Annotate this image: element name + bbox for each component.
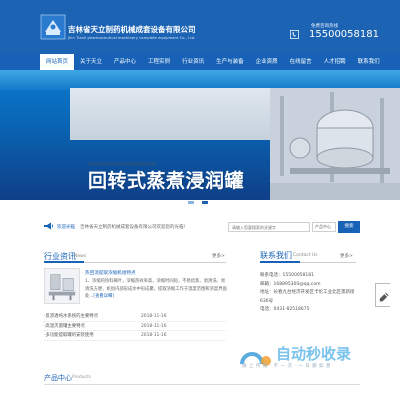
search-category-select[interactable]: 产品中心 xyxy=(312,222,336,232)
nav-item-qualification[interactable]: 企业资质 xyxy=(250,54,284,70)
news-list: ·反渗透纯水系统的主要特点 2018-11-16 ·高温灭菌罐主要特点 2018… xyxy=(44,312,226,341)
contact-email: 邮箱：168895300@qq.com xyxy=(260,281,321,287)
phone-icon xyxy=(290,30,299,39)
news-list-item[interactable]: ·多功能提取罐的安装使用 2018-11-16 xyxy=(44,331,226,341)
feedback-edit-icon[interactable] xyxy=(375,283,390,307)
company-name: 吉林省天立制药机械成套设备有限公司 xyxy=(68,25,196,34)
nav-item-cases[interactable]: 工程实例 xyxy=(142,54,176,70)
news-item-date: 2018-11-16 xyxy=(141,333,167,338)
contact-divider-accent xyxy=(260,261,300,263)
news-more-link[interactable]: 更多> xyxy=(212,253,225,259)
watermark-text: 自动秒收录 xyxy=(276,345,352,363)
nav-item-message[interactable]: 在线留言 xyxy=(284,54,318,70)
banner-pagination xyxy=(188,201,208,204)
watermark-subtext: 做 上 传 播 · 不 一 次 · 一 日 都 如 意 xyxy=(242,364,331,369)
news-item-date: 2018-11-16 xyxy=(141,314,167,319)
products-section-title: 产品中心 xyxy=(44,374,72,382)
products-divider xyxy=(44,384,360,385)
banner-dot-2[interactable] xyxy=(202,201,208,204)
contact-section-title: 联系我们 xyxy=(260,251,292,260)
nav-item-news[interactable]: 行业资讯 xyxy=(176,54,210,70)
nav-item-contact[interactable]: 联系我们 xyxy=(352,54,386,70)
site-header: 吉林省天立制药机械成套设备有限公司 Jilin Tianli pharmaceu… xyxy=(0,0,400,54)
nav-item-production[interactable]: 生产与装备 xyxy=(210,54,250,70)
contact-fax: 电话：0431-82518675 xyxy=(260,307,310,313)
search-input[interactable] xyxy=(228,222,310,232)
banner-title: 回转式蒸煮浸润罐 xyxy=(88,170,245,192)
nav-item-home[interactable]: 网站首页 xyxy=(40,54,75,70)
welcome-text: 吉林省天立制药机械成套设备有限公司欢迎您的光临! xyxy=(80,225,186,230)
feature-news-thumbnail[interactable] xyxy=(44,268,80,304)
news-item-title[interactable]: ·多功能提取罐的安装使用 xyxy=(44,331,94,341)
contact-address: 地址：长春九台经济开发区卡伦工业北区景新街636号 xyxy=(260,290,355,304)
feature-news-title[interactable]: 热回流提取浓缩机组特点 xyxy=(85,270,136,276)
contact-phone: 联系电话：15500058181 xyxy=(260,273,314,278)
hero-banner[interactable]: HUIZHUANSHIZHENGZHUJINRUNGUAN 回转式蒸煮浸润罐 xyxy=(0,70,400,200)
nav-item-jobs[interactable]: 人才招聘 xyxy=(318,54,352,70)
company-logo[interactable] xyxy=(40,14,66,40)
news-item-title[interactable]: ·高温灭菌罐主要特点 xyxy=(44,322,85,332)
nav-item-products[interactable]: 产品中心 xyxy=(108,54,142,70)
news-item-date: 2018-11-16 xyxy=(141,323,167,329)
products-section-title-en: Products xyxy=(72,375,91,380)
contact-info: 联系电话：15500058181 邮箱：168895300@qq.com 地址：… xyxy=(260,272,360,315)
feature-news-detail-link[interactable]: [查看详细] xyxy=(93,294,114,299)
horn-icon xyxy=(44,222,54,230)
banner-dot-1[interactable] xyxy=(188,201,194,204)
news-divider-accent xyxy=(44,261,84,263)
nav-item-about[interactable]: 关于天立 xyxy=(74,54,108,70)
company-name-en: Jilin Tianli pharmaceutical machinery co… xyxy=(68,36,196,40)
news-section-title-en: News xyxy=(74,254,87,259)
contact-section-title-en: Contact Us xyxy=(293,253,318,258)
news-list-item[interactable]: ·反渗透纯水系统的主要特点 2018-11-16 xyxy=(44,312,226,322)
news-item-title[interactable]: ·反渗透纯水系统的主要特点 xyxy=(44,312,98,322)
news-list-item[interactable]: ·高温灭菌罐主要特点 2018-11-16 xyxy=(44,322,226,332)
machine-image xyxy=(270,88,400,200)
search-button[interactable]: 搜索 xyxy=(338,221,360,233)
banner-sky xyxy=(0,70,400,90)
hotline-number[interactable]: 15500058181 xyxy=(309,29,379,40)
welcome-label: 欢迎光临 xyxy=(57,225,75,230)
feature-news-body: 1、浓缩的热料稠叶，浓缩热效率高，浓缩时间短，不易结焦、易清洗、易清洗方便，机组… xyxy=(85,278,227,301)
contact-more-link[interactable]: 更多> xyxy=(340,253,353,259)
main-nav: 网站首页 关于天立 产品中心 工程实例 行业资讯 生产与装备 企业资质 在线留言… xyxy=(0,54,400,70)
